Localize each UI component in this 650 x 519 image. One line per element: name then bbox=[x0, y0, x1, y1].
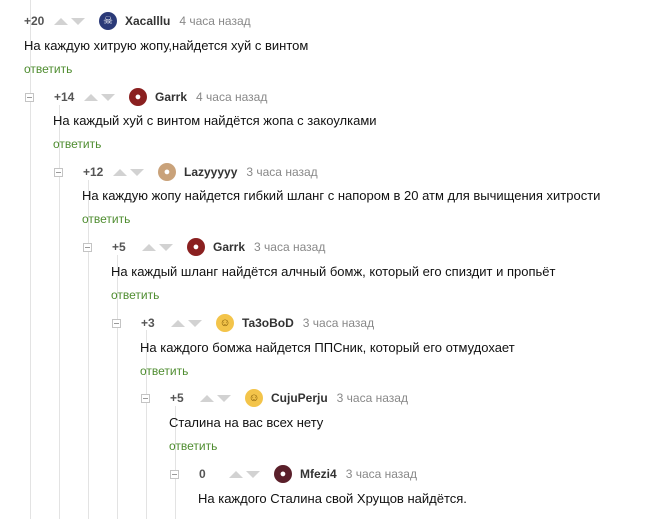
comment-text: На каждую жопу найдется гибкий шланг с н… bbox=[82, 188, 601, 203]
dark-portrait-icon: ● bbox=[279, 468, 287, 480]
username[interactable]: Lazyyyyy bbox=[184, 165, 237, 179]
avatar[interactable]: ● bbox=[129, 88, 147, 106]
emoji-icon: ☺ bbox=[219, 317, 231, 329]
reply-button[interactable]: ответить bbox=[53, 137, 101, 151]
avatar[interactable]: ● bbox=[274, 465, 292, 483]
username[interactable]: Mfezi4 bbox=[300, 467, 337, 481]
comment-text: Сталина на вас всех нету bbox=[169, 415, 324, 430]
avatar[interactable]: ● bbox=[158, 163, 176, 181]
comment-text: На каждого Сталина свой Хрущов найдётся. bbox=[198, 491, 467, 506]
comment-header: +5 ● Garrk 3 часа назад bbox=[83, 237, 325, 257]
upvote-icon[interactable] bbox=[113, 168, 127, 176]
username[interactable]: CujuPerju bbox=[271, 391, 328, 405]
rating: +5 bbox=[170, 391, 184, 405]
downvote-icon[interactable] bbox=[217, 394, 231, 402]
skull-icon: ☠ bbox=[103, 15, 113, 27]
avatar[interactable]: ☺ bbox=[216, 314, 234, 332]
comment-text: На каждый хуй с винтом найдётся жопа с з… bbox=[53, 113, 377, 128]
downvote-icon[interactable] bbox=[246, 470, 260, 478]
username[interactable]: Xacalllu bbox=[125, 14, 170, 28]
reply-button[interactable]: ответить bbox=[169, 439, 217, 453]
collapse-icon[interactable] bbox=[25, 92, 34, 102]
red-face-icon: ● bbox=[134, 91, 142, 103]
upvote-icon[interactable] bbox=[229, 470, 243, 478]
timestamp[interactable]: 4 часа назад bbox=[179, 14, 250, 28]
timestamp[interactable]: 3 часа назад bbox=[254, 240, 325, 254]
rating: +5 bbox=[112, 240, 126, 254]
upvote-icon[interactable] bbox=[171, 319, 185, 327]
username[interactable]: Garrk bbox=[155, 90, 187, 104]
downvote-icon[interactable] bbox=[101, 93, 115, 101]
timestamp[interactable]: 3 часа назад bbox=[337, 391, 408, 405]
collapse-icon[interactable] bbox=[112, 318, 121, 328]
comment-header: +20 ☠ Xacalllu 4 часа назад bbox=[24, 11, 251, 31]
avatar[interactable]: ☠ bbox=[99, 12, 117, 30]
reply-button[interactable]: ответить bbox=[140, 364, 188, 378]
avatar[interactable]: ☺ bbox=[245, 389, 263, 407]
username[interactable]: Ta3oBoD bbox=[242, 316, 294, 330]
downvote-icon[interactable] bbox=[159, 243, 173, 251]
upvote-icon[interactable] bbox=[142, 243, 156, 251]
emoji-icon: ☺ bbox=[248, 392, 260, 404]
upvote-icon[interactable] bbox=[200, 394, 214, 402]
rating: +14 bbox=[54, 90, 75, 104]
timestamp[interactable]: 3 часа назад bbox=[246, 165, 317, 179]
rating: +20 bbox=[24, 14, 45, 28]
reply-button[interactable]: ответить bbox=[111, 288, 159, 302]
collapse-icon[interactable] bbox=[54, 167, 63, 177]
rating: +3 bbox=[141, 316, 155, 330]
timestamp[interactable]: 4 часа назад bbox=[196, 90, 267, 104]
downvote-icon[interactable] bbox=[188, 319, 202, 327]
collapse-icon[interactable] bbox=[170, 469, 179, 479]
red-face-icon: ● bbox=[192, 241, 200, 253]
collapse-icon[interactable] bbox=[141, 393, 150, 403]
comment-header: +5 ☺ CujuPerju 3 часа назад bbox=[141, 388, 408, 408]
avatar[interactable]: ● bbox=[187, 238, 205, 256]
rating: 0 bbox=[199, 467, 206, 481]
comment-header: 0 ● Mfezi4 3 часа назад bbox=[170, 464, 417, 484]
timestamp[interactable]: 3 часа назад bbox=[346, 467, 417, 481]
collapse-icon[interactable] bbox=[83, 242, 92, 252]
comment-text: На каждую хитрую жопу,найдется хуй с вин… bbox=[24, 38, 309, 53]
comment-text: На каждый шланг найдётся алчный бомж, ко… bbox=[111, 264, 556, 279]
upvote-icon[interactable] bbox=[84, 93, 98, 101]
comment-text: На каждого бомжа найдется ППСник, которы… bbox=[140, 340, 515, 355]
username[interactable]: Garrk bbox=[213, 240, 245, 254]
portrait-icon: ● bbox=[163, 166, 171, 178]
downvote-icon[interactable] bbox=[130, 168, 144, 176]
downvote-icon[interactable] bbox=[71, 17, 85, 25]
upvote-icon[interactable] bbox=[54, 17, 68, 25]
comment-header: +3 ☺ Ta3oBoD 3 часа назад bbox=[112, 313, 374, 333]
timestamp[interactable]: 3 часа назад bbox=[303, 316, 374, 330]
comment-header: +14 ● Garrk 4 часа назад bbox=[25, 87, 267, 107]
rating: +12 bbox=[83, 165, 104, 179]
reply-button[interactable]: ответить bbox=[24, 62, 72, 76]
comment-header: +12 ● Lazyyyyy 3 часа назад bbox=[54, 162, 318, 182]
reply-button[interactable]: ответить bbox=[82, 212, 130, 226]
